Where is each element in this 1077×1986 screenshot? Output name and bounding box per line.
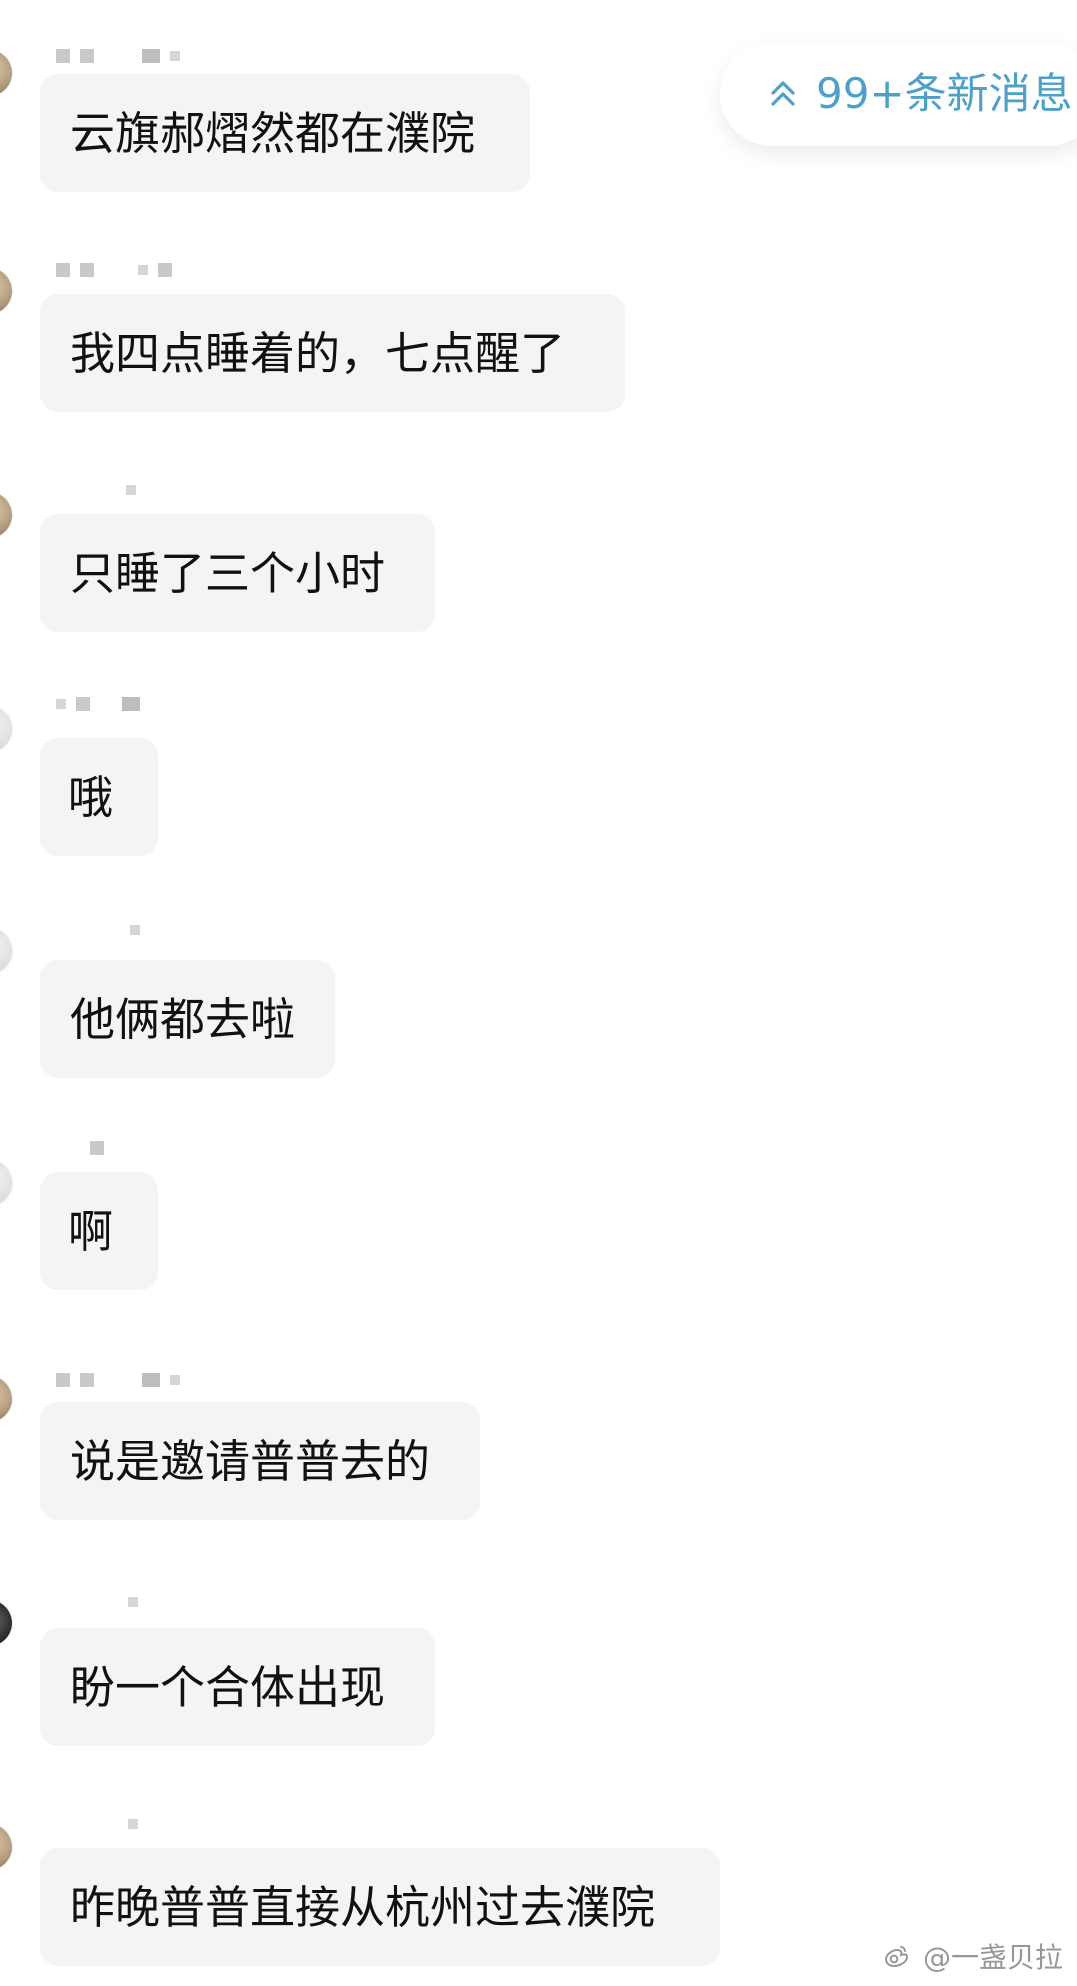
sender-name-redacted [56,696,140,712]
sender-name-redacted [56,482,136,498]
redaction-pixel [128,1597,138,1607]
message-text: 我四点睡着的，七点醒了 [70,326,566,380]
sender-name-redacted [56,262,172,278]
redaction-pixel [56,699,66,709]
sender-name-redacted [56,1372,180,1388]
redaction-pixel [76,697,90,711]
sender-avatar[interactable] [0,492,12,538]
redaction-pixel [126,485,136,495]
redaction-pixel [142,1373,160,1387]
sender-name-redacted [56,922,140,938]
redaction-pixel [80,49,94,63]
sender-avatar[interactable] [0,928,12,974]
redaction-pixel [56,263,70,277]
message-bubble[interactable]: 云旗郝熠然都在濮院 [40,74,530,192]
message-text: 只睡了三个小时 [70,546,386,600]
sender-avatar[interactable] [0,1160,12,1206]
message-bubble[interactable]: 哦 [40,738,158,856]
sender-name-redacted [56,1140,104,1156]
redaction-pixel [80,263,94,277]
message-text: 他俩都去啦 [70,992,296,1046]
message-bubble[interactable]: 他俩都去啦 [40,960,335,1078]
message-bubble[interactable]: 只睡了三个小时 [40,514,435,632]
message-bubble[interactable]: 啊 [40,1172,158,1290]
redaction-pixel [130,925,140,935]
new-messages-button[interactable]: 99+条新消息 [720,42,1077,146]
sender-avatar[interactable] [0,1376,12,1422]
message-bubble[interactable]: 盼一个合体出现 [40,1628,435,1746]
sender-avatar[interactable] [0,50,12,96]
sender-name-redacted [56,1594,138,1610]
watermark-text: @一盏贝拉 [922,1941,1063,1974]
chat-thread: 云旗郝熠然都在濮院 我四点睡着的，七点醒了 只睡了三个小时 哦 他俩都去啦 啊 … [0,0,1077,1986]
message-text: 盼一个合体出现 [70,1660,386,1714]
message-text: 云旗郝熠然都在濮院 [70,106,476,160]
redaction-pixel [158,263,172,277]
sender-name-redacted [56,48,180,64]
sender-avatar[interactable] [0,1600,12,1646]
double-chevron-up-icon [760,71,806,117]
message-text: 啊 [68,1204,114,1258]
redaction-pixel [170,51,180,61]
redaction-pixel [138,265,148,275]
watermark: @一盏贝拉 [879,1936,1063,1976]
redaction-pixel [142,49,160,63]
message-bubble[interactable]: 我四点睡着的，七点醒了 [40,294,625,412]
redaction-pixel [80,1373,94,1387]
redaction-pixel [128,1819,138,1829]
message-text: 哦 [68,770,114,824]
message-text: 说是邀请普普去的 [70,1434,431,1488]
redaction-pixel [170,1375,180,1385]
redaction-pixel [122,697,140,711]
sender-name-redacted [56,1816,138,1832]
message-bubble[interactable]: 说是邀请普普去的 [40,1402,480,1520]
redaction-pixel [56,49,70,63]
message-text: 昨晚普普直接从杭州过去濮院 [70,1880,656,1934]
sender-avatar[interactable] [0,706,12,752]
message-bubble[interactable]: 昨晚普普直接从杭州过去濮院 [40,1848,720,1966]
sender-avatar[interactable] [0,268,12,314]
sender-avatar[interactable] [0,1824,12,1870]
redaction-pixel [90,1141,104,1155]
redaction-pixel [56,1373,70,1387]
weibo-icon [879,1939,913,1973]
new-messages-label: 99+条新消息 [816,69,1073,118]
